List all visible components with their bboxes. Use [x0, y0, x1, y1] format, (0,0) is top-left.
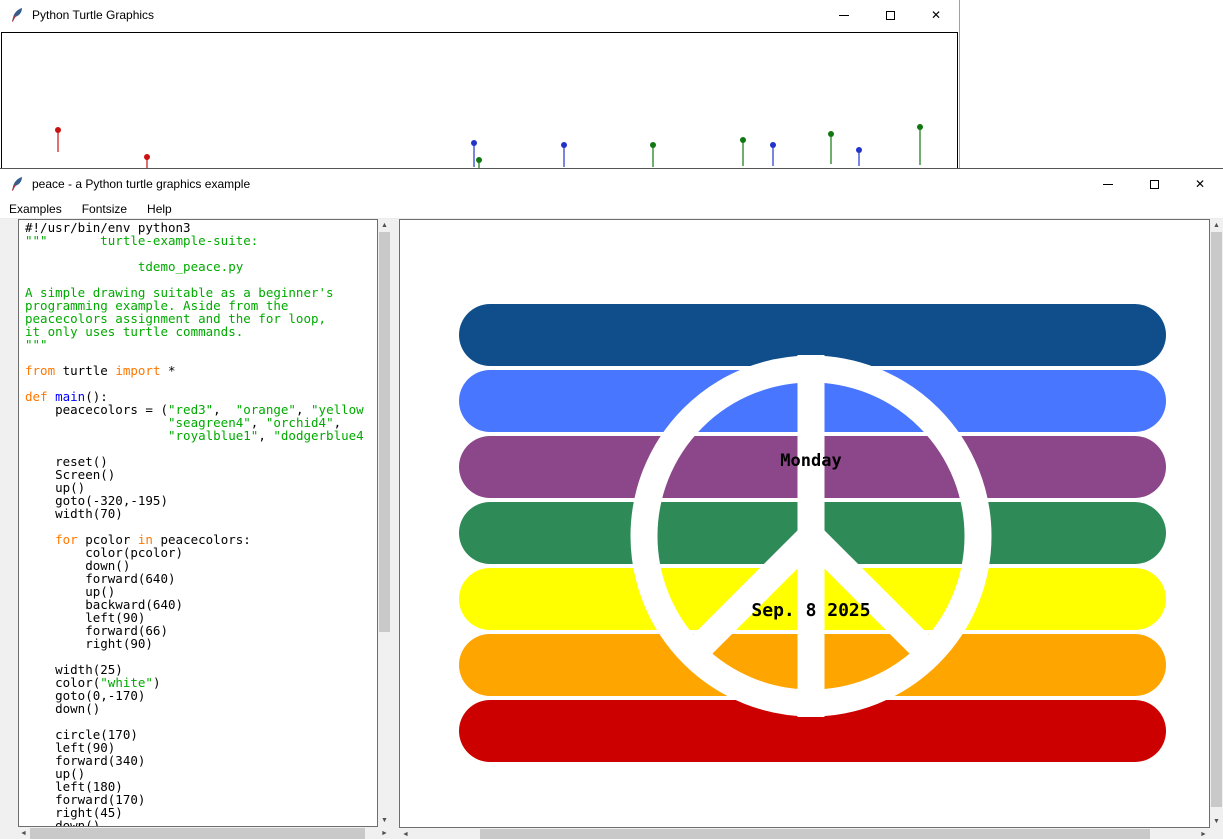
tree-top: [828, 131, 834, 137]
scroll-up-icon[interactable]: ▲: [378, 219, 391, 232]
canvas-hscrollbar[interactable]: ◄ ►: [399, 828, 1210, 839]
scrollbar-thumb[interactable]: [480, 829, 1150, 839]
code-line: down(): [25, 819, 377, 827]
scroll-right-icon[interactable]: ►: [378, 827, 391, 839]
scroll-down-icon[interactable]: ▼: [378, 814, 391, 827]
code-line: from turtle import *: [25, 364, 377, 377]
maximize-button[interactable]: [867, 0, 913, 30]
code-line: """: [25, 338, 377, 351]
scroll-up-icon[interactable]: ▲: [1210, 219, 1223, 232]
code-line: tdemo_peace.py: [25, 260, 377, 273]
code-vscrollbar[interactable]: ▲ ▼: [378, 219, 391, 827]
scroll-down-icon[interactable]: ▼: [1210, 815, 1223, 828]
maximize-icon: [1150, 180, 1159, 189]
scrollbar-thumb[interactable]: [379, 232, 390, 632]
canvas-text-date: Sep. 8 2025: [661, 600, 961, 621]
code-hscrollbar[interactable]: ◄ ►: [17, 827, 391, 839]
tree-top: [917, 124, 923, 130]
window-turtle-graphics: Python Turtle Graphics ✕: [0, 0, 960, 168]
code-line: width(70): [25, 507, 377, 520]
tk-feather-icon: [9, 7, 25, 23]
close-button[interactable]: ✕: [913, 0, 959, 30]
back-window-title: Python Turtle Graphics: [32, 8, 154, 22]
front-window-title: peace - a Python turtle graphics example: [32, 177, 250, 191]
canvas-text-day: Monday: [661, 451, 961, 471]
code-line: it only uses turtle commands.: [25, 325, 377, 338]
menu-fontsize[interactable]: Fontsize: [72, 199, 137, 219]
scroll-left-icon[interactable]: ◄: [399, 828, 412, 839]
turtle-canvas-front: Monday Sep. 8 2025: [399, 219, 1210, 828]
trees-svg: [2, 33, 958, 168]
menu-bar: Examples Fontsize Help: [0, 199, 1223, 219]
tree-top: [476, 157, 482, 163]
close-button[interactable]: ✕: [1177, 169, 1223, 199]
back-titlebar[interactable]: Python Turtle Graphics ✕: [0, 0, 959, 30]
maximize-button[interactable]: [1131, 169, 1177, 199]
canvas-vscrollbar[interactable]: ▲ ▼: [1210, 219, 1223, 828]
code-pane[interactable]: #!/usr/bin/env python3""" turtle-example…: [18, 219, 378, 827]
window-peace-demo: peace - a Python turtle graphics example…: [0, 168, 1223, 839]
minimize-icon: [839, 15, 849, 16]
scrollbar-thumb[interactable]: [1211, 232, 1222, 807]
tree-top: [856, 147, 862, 153]
canvas-labels: Monday Sep. 8 2025: [400, 220, 1210, 828]
tree-top: [650, 142, 656, 148]
minimize-button[interactable]: [1085, 169, 1131, 199]
menu-examples[interactable]: Examples: [0, 199, 72, 219]
minimize-icon: [1103, 184, 1113, 185]
tree-top: [471, 140, 477, 146]
close-icon: ✕: [931, 9, 941, 21]
tree-top: [561, 142, 567, 148]
code-text: #!/usr/bin/env python3""" turtle-example…: [25, 221, 377, 827]
minimize-button[interactable]: [821, 0, 867, 30]
code-line: "royalblue1", "dodgerblue4: [25, 429, 377, 442]
tree-top: [740, 137, 746, 143]
close-icon: ✕: [1195, 178, 1205, 190]
code-line: down(): [25, 702, 377, 715]
scrollbar-thumb[interactable]: [30, 828, 365, 839]
code-line: """ turtle-example-suite:: [25, 234, 377, 247]
tree-top: [144, 154, 150, 160]
front-titlebar[interactable]: peace - a Python turtle graphics example…: [0, 169, 1223, 199]
scroll-left-icon[interactable]: ◄: [17, 827, 30, 839]
tk-feather-icon: [9, 176, 25, 192]
code-line: right(90): [25, 637, 377, 650]
maximize-icon: [886, 11, 895, 20]
tree-top: [55, 127, 61, 133]
tree-top: [770, 142, 776, 148]
menu-help[interactable]: Help: [137, 199, 182, 219]
scroll-right-icon[interactable]: ►: [1197, 828, 1210, 839]
turtle-canvas-back: [1, 32, 958, 168]
